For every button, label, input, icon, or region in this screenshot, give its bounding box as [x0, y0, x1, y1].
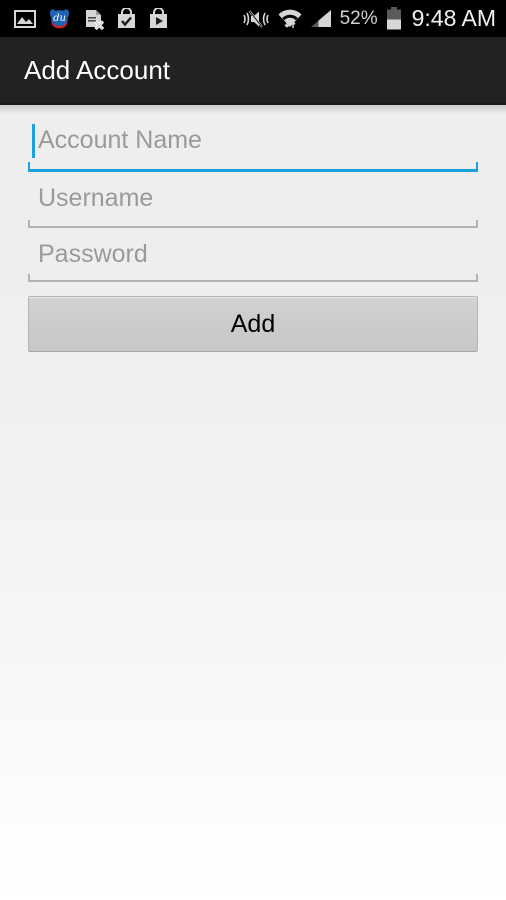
document-removed-icon — [83, 8, 105, 30]
action-bar: Add Account — [0, 37, 506, 103]
action-bar-edge — [0, 103, 506, 105]
wifi-data-icon — [277, 7, 303, 31]
password-underline — [28, 274, 478, 282]
account-name-underline — [28, 162, 478, 172]
username-field[interactable]: Username — [28, 172, 478, 228]
play-store-icon — [148, 6, 169, 30]
account-name-field[interactable]: Account Name — [28, 114, 478, 172]
status-bar-clock: 9:48 AM — [411, 5, 496, 31]
username-underline — [28, 220, 478, 228]
status-bar-system-icons: 52% 9:48 AM — [242, 5, 498, 32]
add-button[interactable]: Add — [28, 296, 478, 352]
status-bar: du 52% 9:48 AM — [0, 0, 506, 37]
page-title: Add Account — [24, 54, 170, 85]
password-field[interactable]: Password — [28, 228, 478, 282]
text-caret — [32, 124, 35, 158]
phone-screen: du 52% 9:48 AM Add Account Account Name … — [0, 0, 506, 900]
screenshot-image-icon — [14, 9, 36, 29]
action-bar-shadow — [0, 105, 506, 114]
cellular-signal-icon — [310, 8, 333, 30]
svg-text:du: du — [53, 13, 66, 24]
status-bar-notification-icons: du — [14, 6, 169, 31]
username-placeholder: Username — [38, 184, 154, 212]
du-speed-booster-icon: du — [47, 7, 72, 31]
vibrate-mute-icon — [242, 8, 270, 30]
battery-percent-label: 52% — [339, 7, 378, 29]
app-installed-check-icon — [116, 6, 137, 30]
password-placeholder: Password — [38, 240, 148, 268]
add-account-form: Account Name Username Password — [28, 114, 478, 282]
battery-icon — [385, 6, 403, 31]
account-name-placeholder: Account Name — [38, 126, 202, 154]
